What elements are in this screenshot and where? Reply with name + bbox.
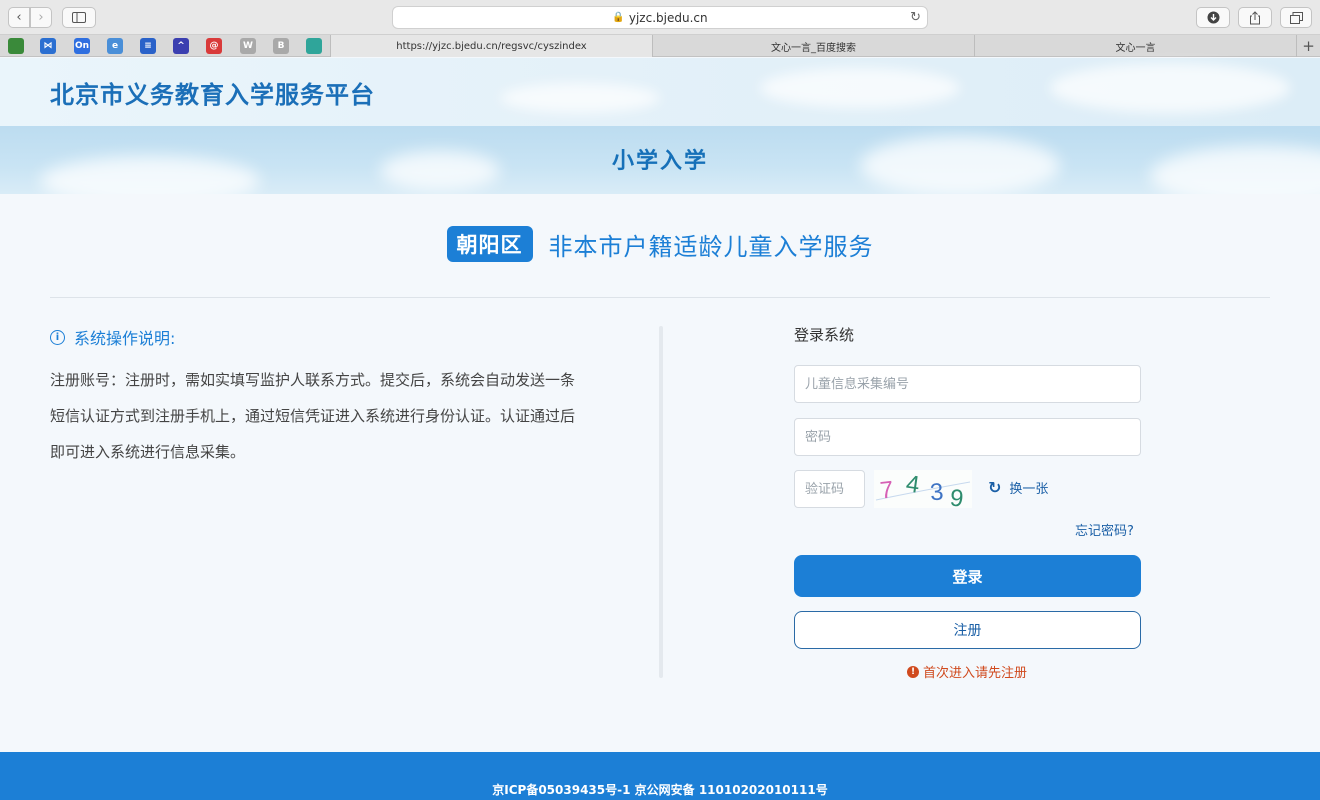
footer-text: 京ICP备05039435号-1 京公网安备 11010202010111号 — [492, 783, 828, 797]
vertical-divider — [659, 326, 663, 678]
downloads-button[interactable] — [1196, 7, 1230, 28]
doc-icon[interactable]: ≡ — [140, 38, 156, 54]
banner-title: 小学入学 — [611, 149, 708, 174]
globe-icon[interactable] — [306, 38, 322, 54]
register-button[interactable]: 注册 — [794, 611, 1141, 649]
browser-toolbar: ‹ › 🔒 yjzc.bjedu.cn ↻ — [0, 0, 1320, 35]
bowtie-icon[interactable]: ⋈ — [40, 38, 56, 54]
captcha-digit: 4 — [904, 470, 921, 499]
district-badge: 朝阳区 — [446, 226, 533, 262]
forgot-password-link[interactable]: 忘记密码? — [1075, 520, 1134, 539]
download-icon — [1207, 11, 1219, 24]
reload-icon[interactable]: ↻ — [910, 10, 921, 25]
service-title: 非本市户籍适龄儿童入学服务 — [548, 232, 874, 261]
tab-label: https://yjzc.bjedu.cn/regsvc/cyszindex — [396, 40, 587, 52]
notice-text: 首次进入请先注册 — [923, 666, 1028, 681]
tab-wenxin[interactable]: 文心一言 — [974, 35, 1296, 57]
first-time-notice: ! 首次进入请先注册 — [907, 662, 1027, 681]
share-button[interactable] — [1238, 7, 1272, 28]
login-title: 登录系统 — [794, 326, 855, 344]
captcha-digit: 3 — [929, 479, 944, 507]
new-tab-button[interactable]: + — [1296, 35, 1320, 57]
password-input[interactable] — [794, 418, 1141, 456]
captcha-digit: 9 — [949, 484, 965, 508]
alert-icon: ! — [907, 665, 919, 678]
instructions-header: i 系统操作说明: — [50, 325, 175, 349]
tabs-overview-button[interactable] — [1280, 7, 1312, 28]
child-id-input[interactable] — [794, 365, 1141, 403]
address-text: yjzc.bjedu.cn — [628, 10, 708, 25]
captcha-image[interactable]: 7 4 3 9 — [874, 470, 972, 508]
tab-baidu-search[interactable]: 文心一言_百度搜索 — [652, 35, 974, 57]
plus-icon: + — [1302, 37, 1315, 55]
on-icon[interactable]: On — [74, 38, 90, 54]
lock-icon: 🔒 — [612, 12, 625, 23]
tab-label: 文心一言 — [1115, 42, 1156, 54]
captcha-input[interactable] — [794, 470, 865, 508]
instructions-title: 系统操作说明: — [74, 329, 176, 348]
forward-button[interactable]: › — [30, 7, 52, 28]
sidebar-icon — [72, 12, 86, 23]
share-icon — [1250, 10, 1260, 24]
refresh-icon: ↻ — [988, 478, 1002, 497]
refresh-label: 换一张 — [1009, 482, 1049, 497]
info-icon: i — [50, 329, 65, 345]
address-bar[interactable]: 🔒 yjzc.bjedu.cn ↻ — [392, 6, 928, 29]
back-button[interactable]: ‹ — [8, 7, 30, 28]
login-button[interactable]: 登录 — [794, 555, 1141, 597]
mountain-icon[interactable]: ^ — [173, 38, 189, 54]
tab-regsvc[interactable]: https://yjzc.bjedu.cn/regsvc/cyszindex — [330, 35, 652, 57]
divider — [50, 297, 1270, 298]
tab-bar: ⋈ On e ≡ ^ @ W B https://yjzc.bjedu.cn/regsvc/c… — [0, 35, 1320, 57]
b-icon[interactable]: B — [273, 38, 289, 54]
at-icon[interactable]: @ — [206, 38, 222, 54]
sidebar-toggle-button[interactable] — [62, 7, 96, 28]
leaf-icon[interactable] — [8, 38, 24, 54]
browser-e-icon[interactable]: e — [107, 38, 123, 54]
captcha-digit: 7 — [879, 476, 895, 504]
instructions-text: 注册账号：注册时，需如实填写监护人联系方式。提交后，系统会自动发送一条短信认证方… — [50, 371, 576, 461]
w-icon[interactable]: W — [240, 38, 256, 54]
site-title[interactable]: 北京市义务教育入学服务平台 — [50, 75, 375, 110]
chevron-right-icon: › — [38, 10, 44, 25]
tabs-icon — [1289, 11, 1303, 24]
refresh-captcha-button[interactable]: ↻ 换一张 — [988, 478, 1048, 497]
service-heading: 朝阳区 非本市户籍适龄儿童入学服务 — [0, 226, 1320, 262]
chevron-left-icon: ‹ — [16, 10, 22, 25]
tab-label: 文心一言_百度搜索 — [771, 42, 856, 54]
